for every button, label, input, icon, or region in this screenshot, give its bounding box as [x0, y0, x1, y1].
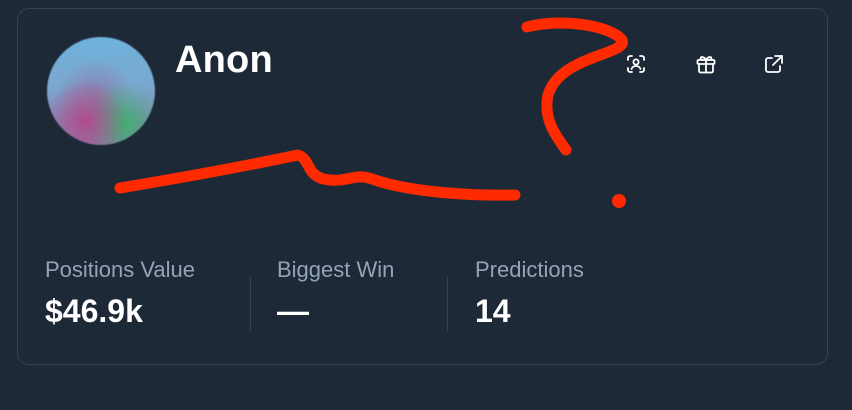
- stat-value: —: [277, 293, 309, 329]
- stat-biggest-win: Biggest Win —: [277, 257, 394, 330]
- stat-divider: [250, 277, 251, 331]
- username: Anon: [175, 39, 273, 81]
- profile-card: Anon Positions Value $46.9k Biggest Win …: [17, 8, 828, 365]
- external-link-icon: [765, 55, 783, 73]
- stat-divider: [447, 277, 448, 331]
- stat-predictions: Predictions 14: [475, 257, 584, 330]
- face-scan-icon: [627, 55, 645, 73]
- avatar[interactable]: [47, 37, 155, 145]
- stat-positions-value: Positions Value $46.9k: [45, 257, 195, 330]
- stat-value: 14: [475, 293, 511, 329]
- gift-button[interactable]: [691, 49, 721, 79]
- external-link-button[interactable]: [759, 49, 789, 79]
- stat-label: Predictions: [475, 257, 584, 282]
- stat-label: Positions Value: [45, 257, 196, 282]
- stat-value: $46.9k: [45, 293, 143, 329]
- gift-icon: [696, 56, 716, 74]
- face-scan-button[interactable]: [621, 49, 651, 79]
- stat-label: Biggest Win: [277, 257, 395, 282]
